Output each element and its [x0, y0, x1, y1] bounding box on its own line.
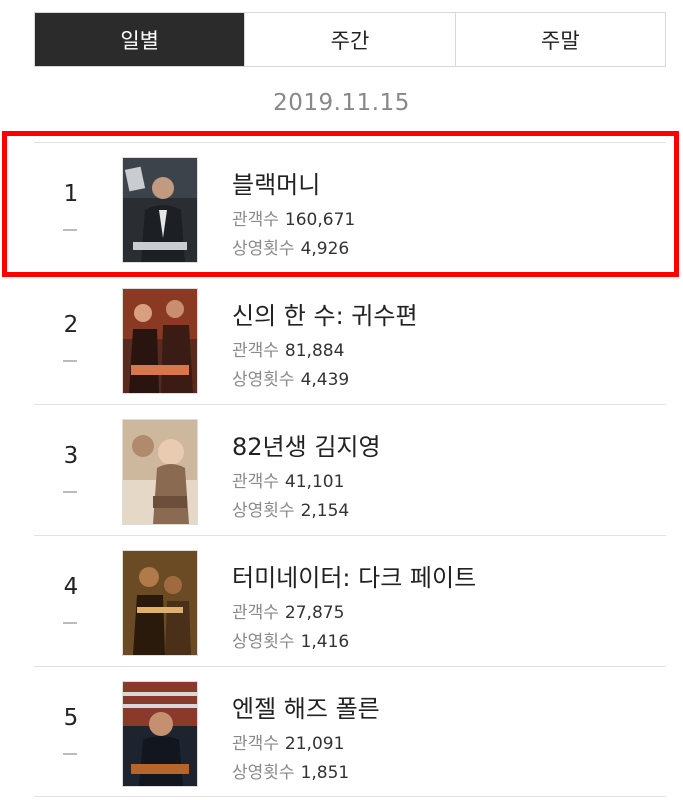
audience-count: 관객수 41,101 [232, 467, 344, 492]
movie-row[interactable]: 1 블랙머니 관객수 160,671 상영횟수 4,926 [34, 142, 666, 273]
audience-label: 관객수 [232, 341, 279, 361]
rank-change-icon [63, 229, 77, 231]
screening-count: 상영횟수 1,416 [232, 627, 349, 652]
screenings-value: 4,439 [300, 370, 350, 390]
movie-poster[interactable] [122, 288, 198, 394]
movie-poster[interactable] [122, 419, 198, 525]
movie-row[interactable]: 5 엔젤 해즈 폴른 관객수 21,091 상영횟수 1,851 [34, 666, 666, 797]
audience-value: 27,875 [284, 603, 345, 623]
movie-title[interactable]: 블랙머니 [232, 165, 320, 200]
movie-poster[interactable] [122, 157, 198, 263]
audience-value: 160,671 [284, 210, 356, 230]
period-tabs: 일별 주간 주말 [34, 12, 666, 67]
audience-value: 41,101 [284, 472, 345, 492]
rank-number: 4 [63, 574, 79, 600]
screenings-value: 2,154 [300, 501, 350, 521]
box-office-list: 1 블랙머니 관객수 160,671 상영횟수 4,926 2 신의 한 수: … [34, 142, 666, 797]
movie-title[interactable]: 82년생 김지영 [232, 427, 381, 462]
movie-row[interactable]: 2 신의 한 수: 귀수편 관객수 81,884 상영횟수 4,439 [34, 273, 666, 404]
audience-label: 관객수 [232, 472, 279, 492]
screenings-value: 1,851 [300, 763, 350, 783]
rank-change-icon [63, 491, 77, 493]
audience-count: 관객수 27,875 [232, 598, 344, 623]
rank-number: 2 [63, 312, 79, 338]
tab-daily[interactable]: 일별 [35, 13, 245, 66]
rank-number: 5 [63, 705, 79, 731]
box-office-date: 2019.11.15 [273, 90, 410, 116]
audience-label: 관객수 [232, 210, 279, 230]
screenings-label: 상영횟수 [232, 501, 295, 521]
movie-poster[interactable] [122, 550, 198, 656]
screening-count: 상영횟수 4,926 [232, 234, 349, 259]
audience-count: 관객수 160,671 [232, 205, 355, 230]
audience-label: 관객수 [232, 734, 279, 754]
tab-weekend[interactable]: 주말 [454, 13, 665, 66]
screenings-label: 상영횟수 [232, 239, 295, 259]
screening-count: 상영횟수 4,439 [232, 365, 349, 390]
tab-weekly[interactable]: 주간 [244, 13, 455, 66]
audience-label: 관객수 [232, 603, 279, 623]
screenings-value: 4,926 [300, 239, 350, 259]
audience-value: 21,091 [284, 734, 345, 754]
rank-number: 1 [63, 181, 79, 207]
screening-count: 상영횟수 2,154 [232, 496, 349, 521]
movie-poster[interactable] [122, 681, 198, 787]
audience-count: 관객수 81,884 [232, 336, 344, 361]
movie-title[interactable]: 신의 한 수: 귀수편 [232, 296, 418, 331]
audience-count: 관객수 21,091 [232, 729, 344, 754]
screenings-label: 상영횟수 [232, 370, 295, 390]
movie-title[interactable]: 엔젤 해즈 폴른 [232, 689, 380, 724]
movie-row[interactable]: 3 82년생 김지영 관객수 41,101 상영횟수 2,154 [34, 404, 666, 535]
movie-row[interactable]: 4 터미네이터: 다크 페이트 관객수 27,875 상영횟수 1,416 [34, 535, 666, 666]
rank-number: 3 [63, 443, 79, 469]
rank-change-icon [63, 622, 77, 624]
screenings-label: 상영횟수 [232, 632, 295, 652]
rank-change-icon [63, 753, 77, 755]
movie-title[interactable]: 터미네이터: 다크 페이트 [232, 558, 476, 593]
audience-value: 81,884 [284, 341, 345, 361]
screening-count: 상영횟수 1,851 [232, 758, 349, 783]
rank-change-icon [63, 360, 77, 362]
screenings-label: 상영횟수 [232, 763, 295, 783]
screenings-value: 1,416 [300, 632, 350, 652]
